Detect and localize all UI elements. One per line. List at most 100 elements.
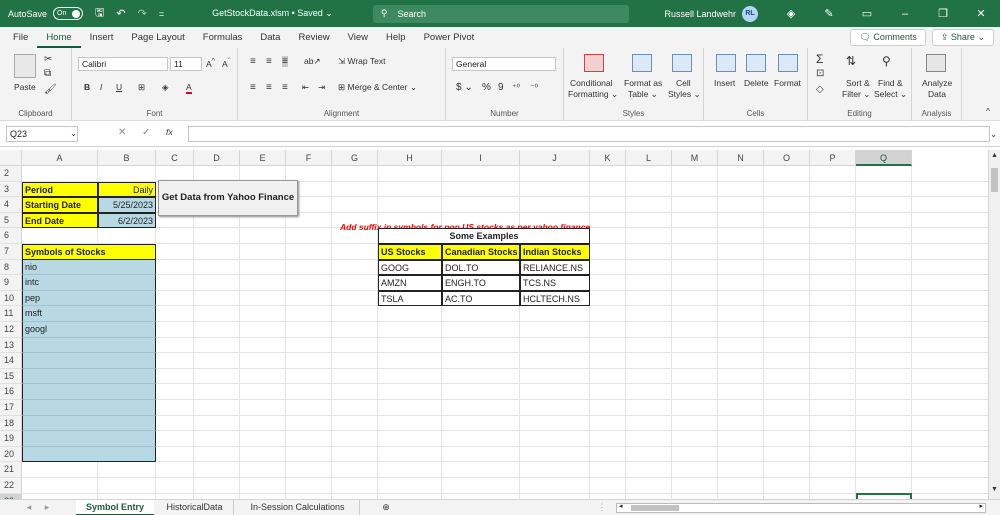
copy-icon[interactable]: ⧉ — [44, 68, 51, 79]
row-header[interactable]: 18 — [0, 415, 22, 432]
paste-icon[interactable] — [14, 54, 36, 78]
format-as-label-2[interactable]: Table ⌄ — [628, 89, 658, 100]
scroll-right-icon[interactable]: ▸ — [979, 502, 983, 510]
conditional-label-2[interactable]: Formatting ⌄ — [568, 89, 618, 100]
column-header[interactable]: Q — [856, 150, 912, 166]
examples-cell[interactable]: ENGH.TO — [442, 275, 520, 291]
document-title[interactable]: GetStockData.xlsm • Saved ⌄ — [212, 8, 333, 19]
examples-header[interactable]: US Stocks — [378, 244, 442, 260]
symbol-cell[interactable]: nio — [22, 259, 156, 276]
column-header[interactable]: J — [520, 150, 590, 166]
tab-review[interactable]: Review — [289, 27, 338, 48]
align-bottom-icon[interactable]: ≡ — [282, 56, 288, 67]
save-icon[interactable]: 🖫 — [95, 4, 104, 23]
examples-header[interactable]: Indian Stocks — [520, 244, 590, 260]
hscroll-thumb[interactable] — [631, 505, 679, 511]
italic-icon[interactable]: I — [100, 82, 102, 92]
paste-label[interactable]: Paste — [14, 82, 36, 92]
sheet-tab-historicaldata[interactable]: HistoricalData — [156, 500, 234, 515]
collapse-ribbon-icon[interactable]: ^ — [986, 106, 990, 116]
sheet-options-icon[interactable]: ⋮ — [596, 500, 608, 515]
tab-home[interactable]: Home — [37, 27, 81, 48]
cell-styles-label-2[interactable]: Styles ⌄ — [668, 89, 701, 100]
tab-formulas[interactable]: Formulas — [194, 27, 252, 48]
examples-header[interactable]: Canadian Stocks — [442, 244, 520, 260]
get-data-button[interactable]: Get Data from Yahoo Finance — [158, 179, 298, 216]
autosum-icon[interactable]: Σ — [816, 52, 823, 66]
delete-label[interactable]: Delete — [744, 78, 769, 88]
symbols-header[interactable]: Symbols of Stocks — [22, 244, 156, 260]
bold-icon[interactable]: B — [84, 82, 90, 92]
format-painter-icon[interactable]: 🖌 — [44, 84, 57, 95]
pen-icon[interactable]: ✎ — [810, 7, 848, 20]
minimize-icon[interactable]: – — [886, 8, 924, 20]
comments-button[interactable]: 🗨 Comments — [850, 29, 926, 46]
row-header[interactable]: 2 — [0, 166, 22, 182]
fill-color-icon[interactable]: ◈ — [162, 82, 169, 93]
close-icon[interactable]: ✕ — [962, 7, 1000, 20]
column-header[interactable]: P — [810, 150, 856, 166]
tab-view[interactable]: View — [339, 27, 377, 48]
redo-icon[interactable]: ↷ — [138, 7, 147, 20]
find-label[interactable]: Find & — [878, 78, 903, 88]
row-header[interactable]: 4 — [0, 197, 22, 213]
examples-cell[interactable]: DOL.TO — [442, 259, 520, 276]
insert-cells-icon[interactable] — [716, 54, 736, 72]
row-header[interactable]: 10 — [0, 290, 22, 307]
expand-formula-icon[interactable]: ⌄ — [990, 129, 997, 140]
symbol-cell[interactable] — [22, 368, 156, 385]
symbol-cell[interactable] — [22, 353, 156, 369]
sort-filter-icon[interactable]: ⇅ — [846, 54, 856, 68]
font-size-select[interactable]: 11 — [170, 57, 202, 71]
period-value[interactable]: Daily — [98, 181, 156, 198]
symbol-cell[interactable] — [22, 415, 156, 432]
symbol-cell[interactable]: pep — [22, 290, 156, 307]
tab-page-layout[interactable]: Page Layout — [122, 27, 193, 48]
increase-indent-icon[interactable]: ⇥ — [318, 82, 325, 93]
column-header[interactable]: C — [156, 150, 194, 166]
column-header[interactable]: E — [240, 150, 286, 166]
row-header[interactable]: 8 — [0, 259, 22, 276]
sheet-tab-symbol-entry[interactable]: Symbol Entry — [76, 500, 154, 515]
align-top-icon[interactable]: ≡ — [250, 56, 256, 67]
cell-styles-label[interactable]: Cell — [676, 78, 691, 88]
cut-icon[interactable]: ✂ — [44, 54, 52, 65]
align-middle-icon[interactable]: ≡ — [266, 56, 272, 67]
vertical-scrollbar[interactable]: ▲ ▼ — [988, 150, 1000, 499]
row-header[interactable]: 17 — [0, 400, 22, 416]
number-format-select[interactable]: General — [452, 57, 556, 71]
row-header[interactable]: 19 — [0, 431, 22, 447]
autosave[interactable]: AutoSave On — [8, 7, 84, 20]
row-header[interactable]: 5 — [0, 212, 22, 229]
sort-label-2[interactable]: Filter ⌄ — [842, 89, 870, 100]
wrap-text-button[interactable]: ⇲ Wrap Text — [338, 56, 385, 67]
column-header[interactable]: D — [194, 150, 240, 166]
column-header[interactable]: L — [626, 150, 672, 166]
examples-cell[interactable]: AMZN — [378, 275, 442, 291]
clear-icon[interactable]: ◇ — [816, 84, 824, 95]
column-header[interactable]: B — [98, 150, 156, 166]
decrease-decimal-icon[interactable]: ⁻⁰ — [530, 82, 538, 93]
symbol-cell[interactable] — [22, 431, 156, 447]
undo-icon[interactable]: ↶ — [116, 7, 125, 20]
end-date-value[interactable]: 6/2/2023 — [98, 212, 156, 229]
column-header[interactable]: A — [22, 150, 98, 166]
conditional-formatting-icon[interactable] — [584, 54, 604, 72]
cell-styles-icon[interactable] — [672, 54, 692, 72]
row-header[interactable]: 13 — [0, 337, 22, 354]
examples-cell[interactable]: TCS.NS — [520, 275, 590, 291]
comma-icon[interactable]: 9 — [498, 82, 504, 93]
diamond-icon[interactable]: ◈ — [772, 7, 810, 20]
row-header[interactable]: 22 — [0, 478, 22, 494]
scroll-left-icon[interactable]: ◂ — [619, 502, 623, 510]
row-header[interactable]: 6 — [0, 228, 22, 244]
row-header[interactable]: 3 — [0, 181, 22, 198]
tab-help[interactable]: Help — [377, 27, 415, 48]
format-as-label[interactable]: Format as — [624, 78, 662, 88]
scroll-up-icon[interactable]: ▲ — [991, 152, 998, 159]
underline-icon[interactable]: U — [116, 82, 122, 92]
search-box[interactable]: ⚲ Search — [372, 4, 629, 23]
name-box-dropdown-icon[interactable]: ⌄ — [70, 128, 77, 139]
format-as-table-icon[interactable] — [632, 54, 652, 72]
shrink-font-icon[interactable]: Aˇ — [222, 57, 230, 69]
